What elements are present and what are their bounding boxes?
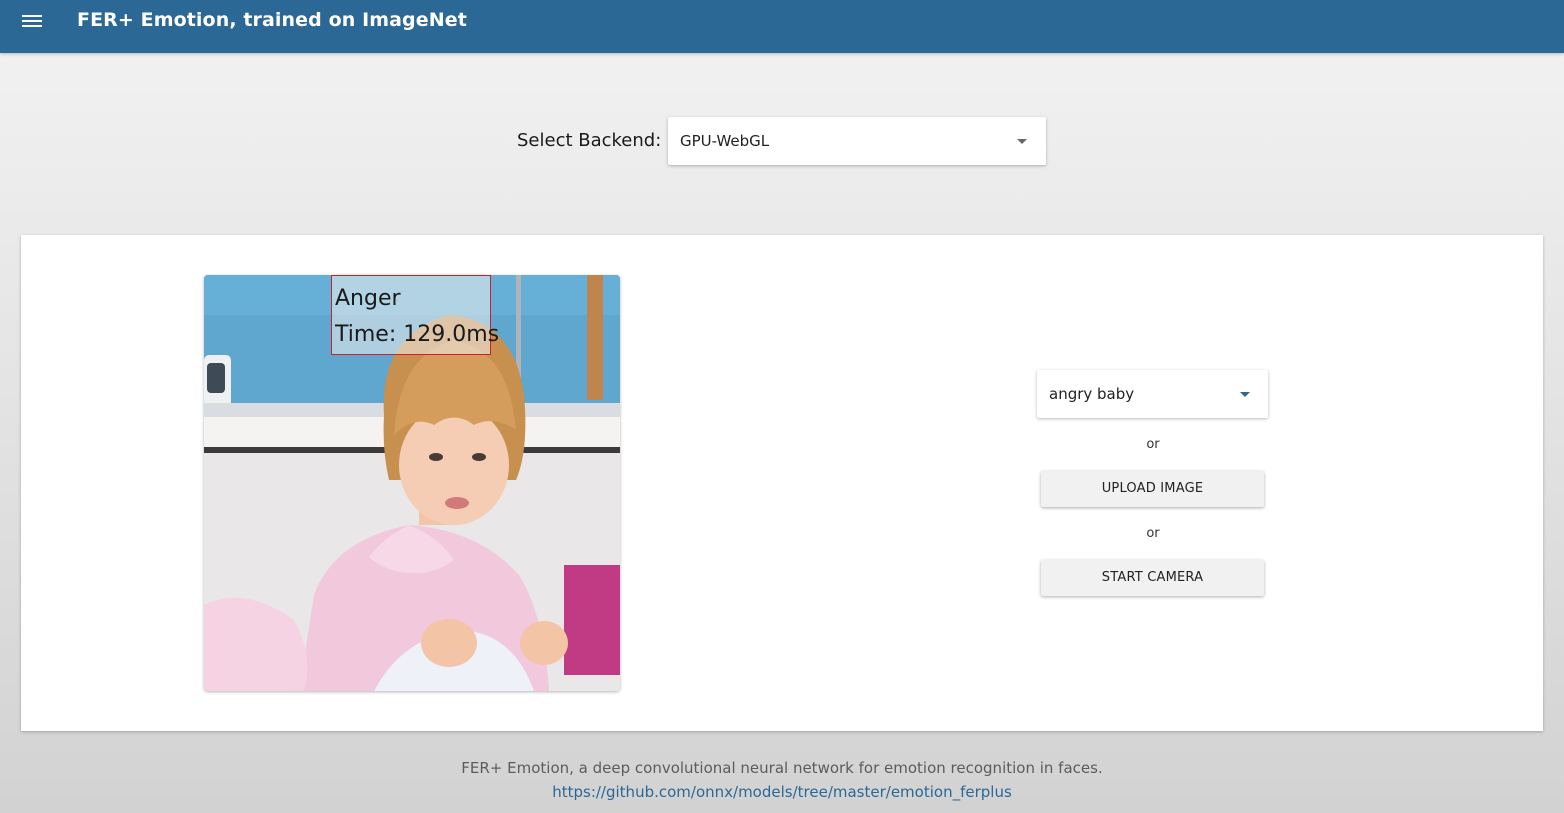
menu-icon[interactable] bbox=[22, 14, 44, 30]
start-camera-button[interactable]: START CAMERA bbox=[1041, 560, 1264, 596]
chevron-down-icon bbox=[1240, 392, 1250, 397]
result-image: Anger Time: 129.0ms bbox=[204, 275, 620, 691]
backend-select[interactable]: GPU-WebGL bbox=[668, 117, 1046, 165]
chevron-down-icon bbox=[1017, 139, 1027, 144]
face-detection-box: Anger Time: 129.0ms bbox=[331, 275, 499, 355]
backend-label: Select Backend: bbox=[517, 130, 662, 151]
main-card: Anger Time: 129.0ms angry baby or UPLOAD… bbox=[21, 235, 1543, 731]
or-separator: or bbox=[1146, 437, 1160, 452]
app-header: FER+ Emotion, trained on ImageNet bbox=[0, 0, 1564, 53]
footer: FER+ Emotion, a deep convolutional neura… bbox=[0, 758, 1564, 802]
upload-image-button[interactable]: UPLOAD IMAGE bbox=[1041, 471, 1264, 507]
footer-link[interactable]: https://github.com/onnx/models/tree/mast… bbox=[552, 782, 1012, 802]
footer-description: FER+ Emotion, a deep convolutional neura… bbox=[461, 759, 1103, 777]
image-select[interactable]: angry baby bbox=[1037, 370, 1268, 418]
inference-time: Time: 129.0ms bbox=[335, 322, 500, 347]
backend-selected-value: GPU-WebGL bbox=[680, 132, 770, 150]
emotion-label: Anger bbox=[335, 286, 401, 311]
image-selected-value: angry baby bbox=[1049, 385, 1135, 403]
app-title: FER+ Emotion, trained on ImageNet bbox=[77, 9, 467, 31]
or-separator: or bbox=[1146, 526, 1160, 541]
backend-selector-row: Select Backend: GPU-WebGL bbox=[0, 117, 1564, 165]
